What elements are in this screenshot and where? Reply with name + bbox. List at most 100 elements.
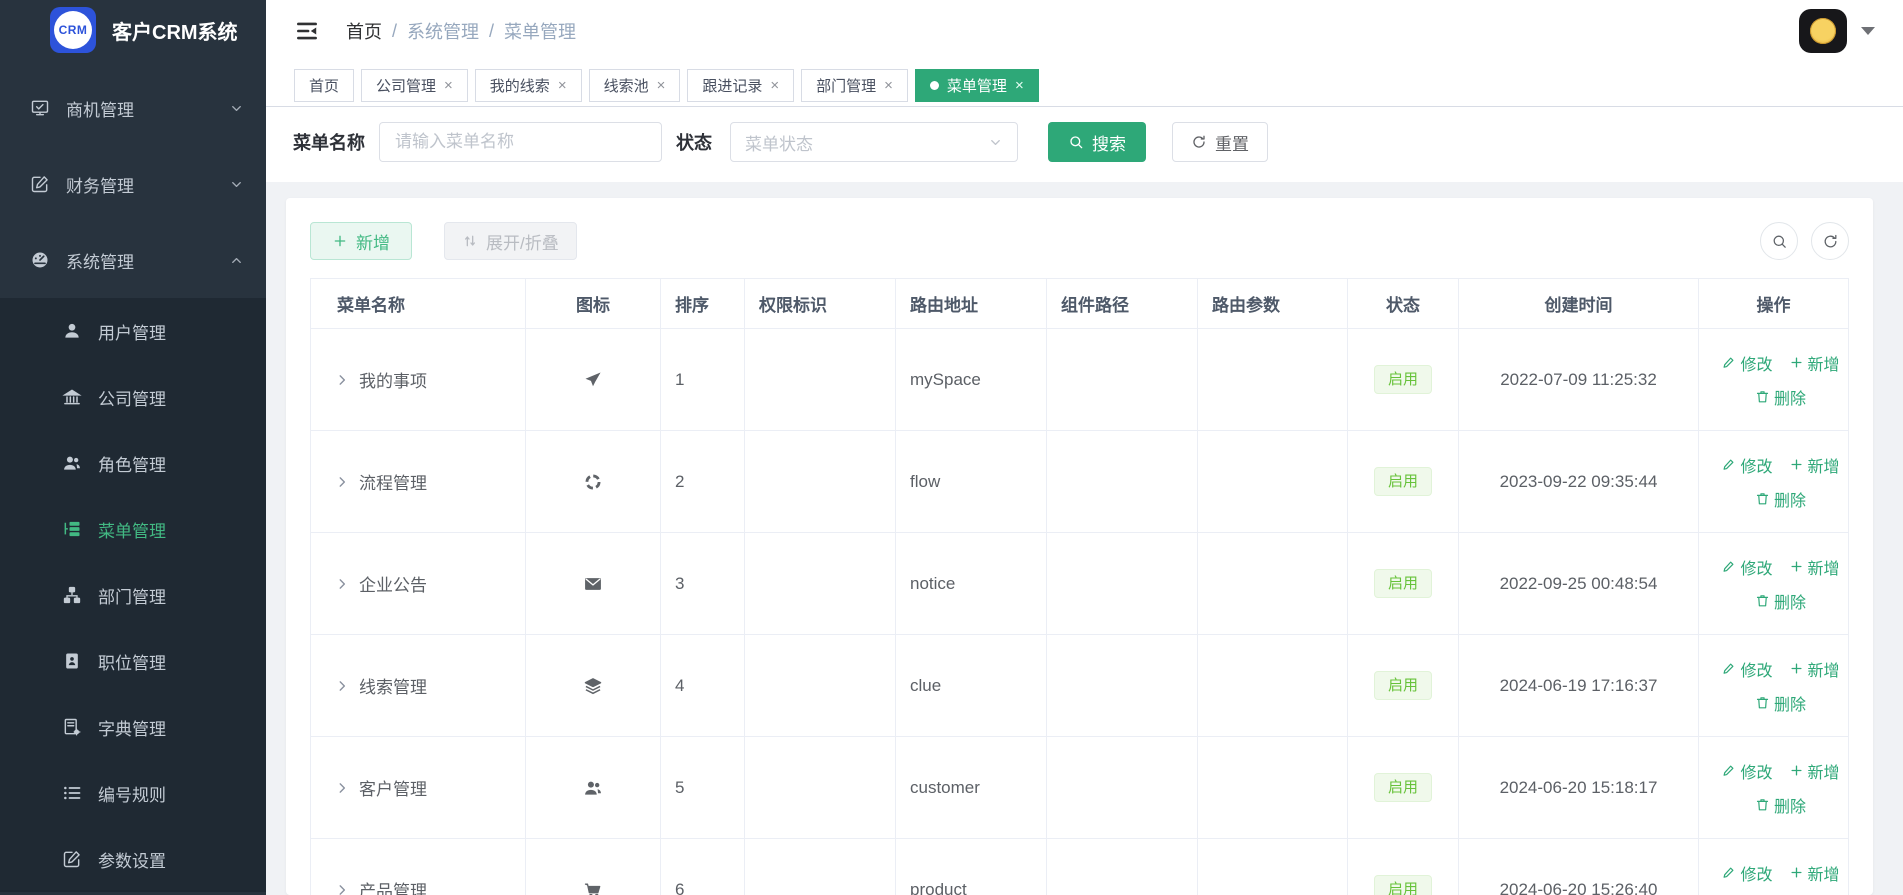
close-icon[interactable]: × (657, 78, 666, 93)
sidebar-submenu-system: 用户管理 公司管理 角色管理 菜单管理 部门管理 职位管理 字典管理 编号规则 … (0, 298, 266, 892)
add-child-link[interactable]: 新增 (1789, 555, 1840, 579)
expand-row-icon[interactable] (335, 883, 349, 895)
close-icon[interactable]: × (444, 78, 453, 93)
edit-link[interactable]: 修改 (1721, 759, 1773, 783)
sidebar-item-finance[interactable]: 财务管理 (0, 146, 266, 222)
column-header: 操作 (1756, 296, 1791, 315)
close-icon[interactable]: × (884, 78, 893, 93)
edit-link[interactable]: 修改 (1721, 657, 1773, 681)
menu-blocks-icon (64, 521, 80, 537)
chevron-down-icon (232, 105, 241, 111)
tab-company[interactable]: 公司管理 × (361, 69, 468, 102)
close-icon[interactable]: × (770, 78, 779, 93)
refresh-table-button[interactable] (1811, 222, 1849, 260)
expand-row-icon[interactable] (335, 475, 349, 489)
search-button[interactable]: 搜索 (1048, 122, 1146, 162)
delete-link[interactable]: 删除 (1755, 589, 1806, 613)
add-button[interactable]: 新增 (310, 222, 412, 260)
breadcrumb-current: 菜单管理 (504, 22, 577, 42)
dashboard-icon (32, 252, 48, 268)
tab-follow-records[interactable]: 跟进记录 × (687, 69, 795, 102)
menu-name-input[interactable] (379, 122, 662, 162)
component-path (1047, 635, 1198, 736)
menu-order: 2 (661, 431, 745, 532)
add-child-link[interactable]: 新增 (1789, 759, 1840, 783)
sort-arrows-icon (465, 235, 475, 247)
delete-link[interactable]: 删除 (1755, 385, 1806, 409)
user-menu-caret-icon[interactable] (1861, 27, 1875, 35)
edit-link[interactable]: 修改 (1721, 453, 1773, 477)
tab-label: 部门管理 (816, 78, 877, 95)
delete-link[interactable]: 删除 (1755, 793, 1806, 817)
route-params (1198, 533, 1348, 634)
tab-label: 菜单管理 (946, 78, 1007, 95)
show-search-button[interactable] (1760, 222, 1798, 260)
tab-my-leads[interactable]: 我的线索 × (474, 69, 582, 102)
tab-departments[interactable]: 部门管理 × (801, 69, 908, 102)
breadcrumb-home[interactable]: 首页 (346, 18, 382, 44)
breadcrumb-separator: / (489, 20, 495, 41)
sidebar-item-label: 菜单管理 (98, 521, 166, 541)
edit-link-label: 修改 (1740, 662, 1773, 680)
reset-button[interactable]: 重置 (1172, 122, 1268, 162)
tab-lead-pool[interactable]: 线索池 × (588, 69, 681, 102)
sidebar-item-dictionary[interactable]: 字典管理 (0, 694, 266, 760)
crm-logo-icon: CRM (50, 7, 96, 53)
expand-row-icon[interactable] (335, 679, 349, 693)
refresh-icon (1824, 234, 1836, 247)
sidebar-item-roles[interactable]: 角色管理 (0, 430, 266, 496)
edit-link[interactable]: 修改 (1721, 555, 1773, 579)
edit-link[interactable]: 修改 (1721, 351, 1773, 375)
permission-flag (745, 329, 896, 430)
sidebar-item-system[interactable]: 系统管理 (0, 222, 266, 298)
expand-collapse-button[interactable]: 展开/折叠 (444, 222, 577, 260)
menu-status-select[interactable]: 菜单状态 (730, 122, 1018, 162)
delete-link-label: 删除 (1773, 390, 1806, 408)
sidebar-item-label: 字典管理 (98, 719, 166, 739)
expand-row-icon[interactable] (335, 577, 349, 591)
column-header: 路由地址 (896, 279, 1047, 328)
sidebar-item-business[interactable]: 商机管理 (0, 70, 266, 146)
breadcrumb-system: 系统管理 (407, 22, 480, 42)
expand-row-icon[interactable] (335, 373, 349, 387)
sidebar-item-departments[interactable]: 部门管理 (0, 562, 266, 628)
table-row: 流程管理 2 flow 启用 2023-09-22 09:35:44 修改 新增… (311, 431, 1848, 533)
sidebar-item-parameters[interactable]: 参数设置 (0, 826, 266, 892)
table-card: 新增 展开/折叠 菜单名称 图标 排序 权限标识 路由地址 组件路径 路由参数 … (286, 198, 1873, 895)
delete-link-label: 删除 (1773, 492, 1806, 510)
add-child-link[interactable]: 新增 (1789, 861, 1840, 885)
route-address: flow (896, 431, 1047, 532)
sidebar-item-users[interactable]: 用户管理 (0, 298, 266, 364)
delete-link[interactable]: 删除 (1755, 487, 1806, 511)
add-child-link[interactable]: 新增 (1789, 453, 1840, 477)
pen-icon (1724, 561, 1734, 572)
tab-menus-active[interactable]: 菜单管理 × (914, 69, 1039, 102)
pen-icon (1724, 765, 1734, 776)
sidebar-item-menus[interactable]: 菜单管理 (0, 496, 266, 562)
sidebar-collapse-icon[interactable] (294, 18, 320, 44)
sidebar-item-company[interactable]: 公司管理 (0, 364, 266, 430)
close-icon[interactable]: × (558, 78, 567, 93)
edit-link[interactable]: 修改 (1721, 861, 1773, 885)
status-badge: 启用 (1373, 365, 1432, 394)
close-icon[interactable]: × (1015, 78, 1024, 93)
add-child-link[interactable]: 新增 (1789, 657, 1840, 681)
sidebar-item-numbering-rules[interactable]: 编号规则 (0, 760, 266, 826)
table-row: 客户管理 5 customer 启用 2024-06-20 15:18:17 修… (311, 737, 1848, 839)
content-area: 新增 展开/折叠 菜单名称 图标 排序 权限标识 路由地址 组件路径 路由参数 … (266, 182, 1903, 895)
reset-button-label: 重置 (1215, 134, 1249, 154)
delete-link[interactable]: 删除 (1755, 691, 1806, 715)
plus-icon (1790, 561, 1802, 572)
table-body: 我的事项 1 mySpace 启用 2022-07-09 11:25:32 修改 (311, 329, 1848, 895)
sidebar-item-positions[interactable]: 职位管理 (0, 628, 266, 694)
route-address: mySpace (896, 329, 1047, 430)
search-icon (1773, 235, 1786, 248)
column-header: 路由参数 (1198, 279, 1348, 328)
main-area: 首页 / 系统管理 / 菜单管理 首页 公司管理 × 我的线索 × 线索池 × 跟进记… (266, 0, 1903, 895)
user-avatar[interactable] (1799, 9, 1847, 53)
tab-home[interactable]: 首页 (294, 69, 355, 102)
expand-row-icon[interactable] (335, 781, 349, 795)
add-child-link[interactable]: 新增 (1789, 351, 1840, 375)
column-header: 创建时间 (1459, 279, 1699, 328)
tags-view-bar: 首页 公司管理 × 我的线索 × 线索池 × 跟进记录 × 部门管理 × 菜单管理 × (266, 62, 1903, 107)
